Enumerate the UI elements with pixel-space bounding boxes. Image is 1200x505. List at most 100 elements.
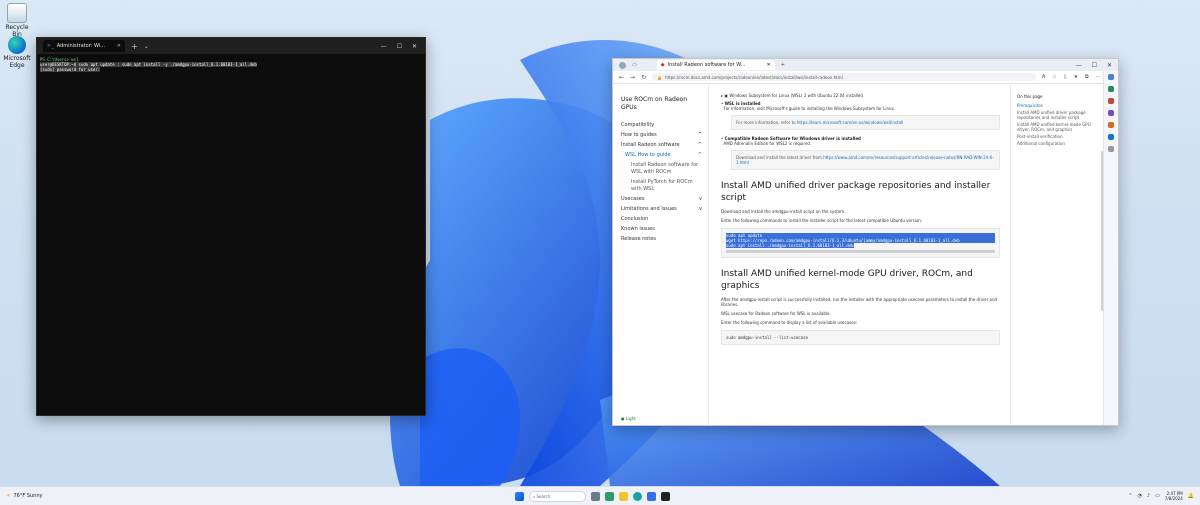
theme-toggle[interactable]: ● Light [621, 416, 636, 421]
file-explorer-icon[interactable] [619, 491, 628, 501]
nav-item[interactable]: Release notes [621, 236, 702, 243]
browser-tab-active[interactable]: ◆ Install Radeon software for W... ✕ [656, 60, 775, 70]
close-button[interactable]: ✕ [1107, 62, 1112, 69]
extensions-icon[interactable]: ⋯ [1096, 74, 1101, 80]
notification-icon[interactable]: 🔔 [1188, 493, 1194, 499]
back-icon[interactable]: ← [619, 74, 624, 81]
weather-text: 76°F Sunny [13, 493, 43, 499]
nav-item[interactable]: Compatibility [621, 122, 702, 129]
weather-widget[interactable]: ☀ 76°F Sunny [6, 493, 42, 499]
tab-actions-icon[interactable]: ▭ [632, 62, 637, 68]
note-link[interactable]: https://learn.microsoft.com/en-us/window… [797, 120, 903, 125]
favorites-icon[interactable]: ★ [1074, 74, 1078, 80]
nav-item[interactable]: Usecases v [621, 196, 702, 203]
terminal-icon[interactable] [661, 491, 670, 501]
favorite-icon[interactable]: ☆ [1052, 74, 1056, 80]
nav-item[interactable]: Limitations and Issues v [621, 206, 702, 213]
note-box: For more information, refer to https://l… [731, 115, 1000, 130]
volume-icon[interactable]: ♪ [1147, 493, 1150, 499]
nav-item[interactable]: Conclusion [621, 216, 702, 223]
nav-item-active[interactable]: WSL How to guide ^ [621, 152, 702, 159]
edge-sidebar [1103, 71, 1118, 425]
refresh-icon[interactable]: ↻ [641, 74, 646, 81]
sun-icon: ☀ [6, 493, 11, 499]
close-tab-icon[interactable]: ✕ [117, 43, 121, 49]
search-placeholder: Search [536, 493, 551, 499]
desktop-icon-edge[interactable]: Microsoft Edge [0, 36, 34, 69]
outlook-icon[interactable] [1108, 134, 1114, 140]
code-block[interactable]: sudo amdgpu-install --list-usecase [721, 330, 1000, 345]
read-aloud-icon[interactable]: A [1042, 74, 1045, 80]
nav-item-label: Release notes [621, 236, 656, 242]
expander-icon[interactable]: v [699, 196, 702, 203]
code-scrollbar[interactable] [726, 250, 995, 253]
code-block[interactable]: sudo apt update wget https://repo.radeon… [721, 228, 1000, 258]
clock[interactable]: 2:47 PM 7/8/2024 [1165, 491, 1183, 501]
office-icon[interactable] [1108, 122, 1114, 128]
close-tab-icon[interactable]: ✕ [767, 62, 771, 68]
bullet-text: For information, visit Microsoft's guide… [723, 106, 896, 111]
split-screen-icon[interactable]: ▯ [1064, 74, 1067, 80]
toc-entry[interactable]: Install AMD unified kernel-mode GPU driv… [1017, 122, 1100, 132]
browser-window[interactable]: ▭ ◆ Install Radeon software for W... ✕ +… [612, 58, 1119, 426]
nav-item[interactable]: Install Radeon software ^ [621, 142, 702, 149]
expander-icon[interactable]: v [699, 206, 702, 213]
wifi-icon[interactable]: ◔ [1137, 493, 1141, 499]
store-icon[interactable] [647, 491, 656, 501]
new-tab-button[interactable]: + [781, 62, 785, 68]
system-tray: ⌃ ◔ ♪ ▭ 2:47 PM 7/8/2024 🔔 [1128, 491, 1194, 501]
terminal-tab-title: Administrator: Wi... [56, 43, 105, 49]
address-bar-text: https://rocm.docs.amd.com/projects/radeo… [665, 74, 843, 80]
battery-icon[interactable]: ▭ [1155, 493, 1160, 499]
prereq-text: Windows Subsystem for Linux (WSL) 2 with… [729, 93, 863, 98]
nav-subitem[interactable]: Install Radeon software for WSL with ROC… [621, 162, 702, 176]
terminal-output[interactable]: PS C:\Users> wsl user@DESKTOP:~$ sudo ap… [37, 54, 425, 75]
terminal-line: [sudo] password for user: [40, 67, 422, 72]
toc-entry[interactable]: Install AMD unified driver package repos… [1017, 110, 1100, 120]
games-icon[interactable] [1108, 110, 1114, 116]
nav-subitem[interactable]: Install PyTorch for ROCm with WSL [621, 179, 702, 193]
edge-icon [8, 36, 26, 54]
nav-item[interactable]: How to guides ^ [621, 132, 702, 139]
browser-toolbar: ← → ↻ 🔒 https://rocm.docs.amd.com/projec… [613, 71, 1118, 84]
expander-icon[interactable]: ^ [698, 152, 702, 159]
dropdown-icon[interactable]: ⌄ [144, 43, 149, 50]
nav-item[interactable]: Known issues [621, 226, 702, 233]
new-tab-button[interactable]: + [131, 42, 138, 51]
list-item: • WSL is installed For information, visi… [721, 101, 896, 111]
toc-entry[interactable]: Post-install verification [1017, 134, 1100, 139]
doc-title[interactable]: Use ROCm on Radeon GPUs [621, 96, 702, 112]
collections-icon[interactable]: ⧉ [1085, 74, 1089, 80]
widgets-icon[interactable] [605, 491, 614, 501]
search-icon[interactable] [1108, 74, 1114, 80]
nav-item-label: Conclusion [621, 216, 649, 222]
tools-icon[interactable] [1108, 98, 1114, 104]
start-icon[interactable] [515, 491, 524, 501]
forward-icon[interactable]: → [630, 74, 635, 81]
terminal-line-text: [sudo] password for user: [40, 67, 101, 72]
terminal-window[interactable]: >_ Administrator: Wi... ✕ + ⌄ — ☐ ✕ PS C… [36, 37, 426, 416]
add-icon[interactable] [1108, 146, 1114, 152]
expander-icon[interactable]: ^ [698, 132, 702, 139]
address-bar[interactable]: 🔒 https://rocm.docs.amd.com/projects/rad… [652, 73, 1036, 81]
task-view-icon[interactable] [591, 491, 600, 501]
minimize-button[interactable]: — [381, 43, 387, 50]
desktop-icon-recycle-bin[interactable]: Recycle Bin [0, 3, 34, 38]
terminal-tab[interactable]: >_ Administrator: Wi... ✕ [43, 40, 125, 52]
profile-icon[interactable] [619, 61, 626, 69]
chevron-up-icon[interactable]: ⌃ [1128, 493, 1132, 499]
minimize-button[interactable]: — [1076, 62, 1082, 69]
on-this-page: On this page Prerequisites Install AMD u… [1010, 84, 1104, 425]
expander-icon[interactable]: ^ [698, 142, 702, 149]
taskbar-search[interactable]: ⌕ Search [529, 490, 586, 502]
maximize-button[interactable]: ☐ [397, 43, 402, 50]
close-button[interactable]: ✕ [412, 43, 417, 50]
shopping-icon[interactable] [1108, 86, 1114, 92]
prereq-line: ▸ ▣ Windows Subsystem for Linux (WSL) 2 … [721, 93, 863, 98]
maximize-button[interactable]: ☐ [1092, 62, 1097, 69]
terminal-titlebar[interactable]: >_ Administrator: Wi... ✕ + ⌄ — ☐ ✕ [37, 38, 425, 54]
toc-entry[interactable]: Prerequisites [1017, 103, 1100, 108]
edge-icon[interactable] [633, 491, 642, 501]
toc-entry[interactable]: Additional configuration [1017, 141, 1100, 146]
nav-item-label: Limitations and Issues [621, 206, 677, 212]
